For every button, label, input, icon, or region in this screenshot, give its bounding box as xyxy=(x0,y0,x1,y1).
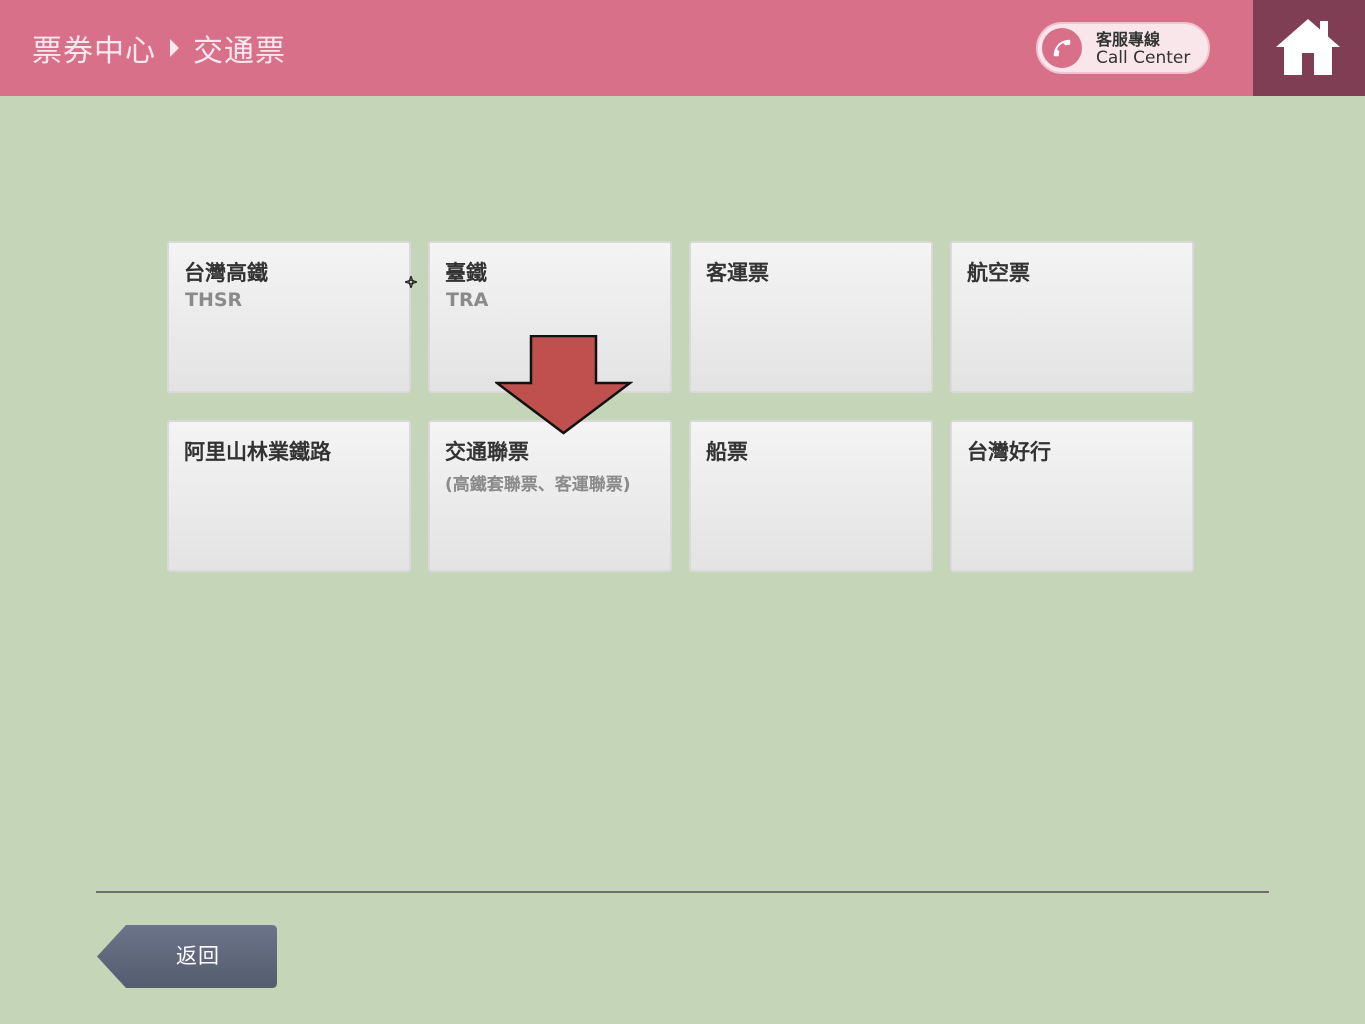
tile-ferry-ticket[interactable]: 船票 xyxy=(689,420,933,572)
tile-title: 客運票 xyxy=(706,261,769,285)
call-center-label-zh: 客服專線 xyxy=(1096,30,1161,49)
breadcrumb-item-ticket-center[interactable]: 票券中心 xyxy=(32,26,156,70)
call-center-label-en: Call Center xyxy=(1096,48,1191,68)
call-center-text: 客服專線 Call Center xyxy=(1096,30,1190,68)
back-button[interactable]: 返回 xyxy=(96,924,278,989)
back-button-label: 返回 xyxy=(176,944,220,968)
home-icon xyxy=(1276,19,1340,75)
tile-thsr[interactable]: 台灣高鐵 THSR xyxy=(167,241,411,393)
home-button[interactable] xyxy=(1253,0,1365,96)
tile-title: 交通聯票 xyxy=(445,440,529,464)
footer-divider xyxy=(96,891,1269,893)
breadcrumb: 票券中心 交通票 xyxy=(32,26,286,70)
tile-title: 台灣好行 xyxy=(967,440,1051,464)
tile-taiwan-tourist-shuttle[interactable]: 台灣好行 xyxy=(950,420,1194,572)
tile-title: 船票 xyxy=(706,440,748,464)
tile-bus-ticket[interactable]: 客運票 xyxy=(689,241,933,393)
breadcrumb-separator-icon xyxy=(170,39,179,57)
breadcrumb-item-transport: 交通票 xyxy=(193,34,286,69)
tile-subtitle: THSR xyxy=(185,289,243,311)
down-arrow-indicator xyxy=(495,335,633,435)
tile-transport-pass[interactable]: 交通聯票 (高鐵套聯票、客運聯票) xyxy=(428,420,672,572)
tile-title: 臺鐵 xyxy=(445,261,487,285)
tile-subtitle: (高鐵套聯票、客運聯票) xyxy=(445,475,631,495)
tile-title: 台灣高鐵 xyxy=(184,261,268,285)
tile-title: 阿里山林業鐵路 xyxy=(184,440,331,464)
tile-title: 航空票 xyxy=(967,261,1030,285)
header-bar: 票券中心 交通票 客服專線 Call Center xyxy=(0,0,1365,96)
tile-air-ticket[interactable]: 航空票 xyxy=(950,241,1194,393)
tile-alishan-railway[interactable]: 阿里山林業鐵路 xyxy=(167,420,411,572)
call-center-button[interactable]: 客服專線 Call Center xyxy=(1036,22,1210,74)
tile-subtitle: TRA xyxy=(446,289,489,311)
phone-icon xyxy=(1042,28,1082,68)
cursor-sparkle-icon xyxy=(405,276,417,288)
